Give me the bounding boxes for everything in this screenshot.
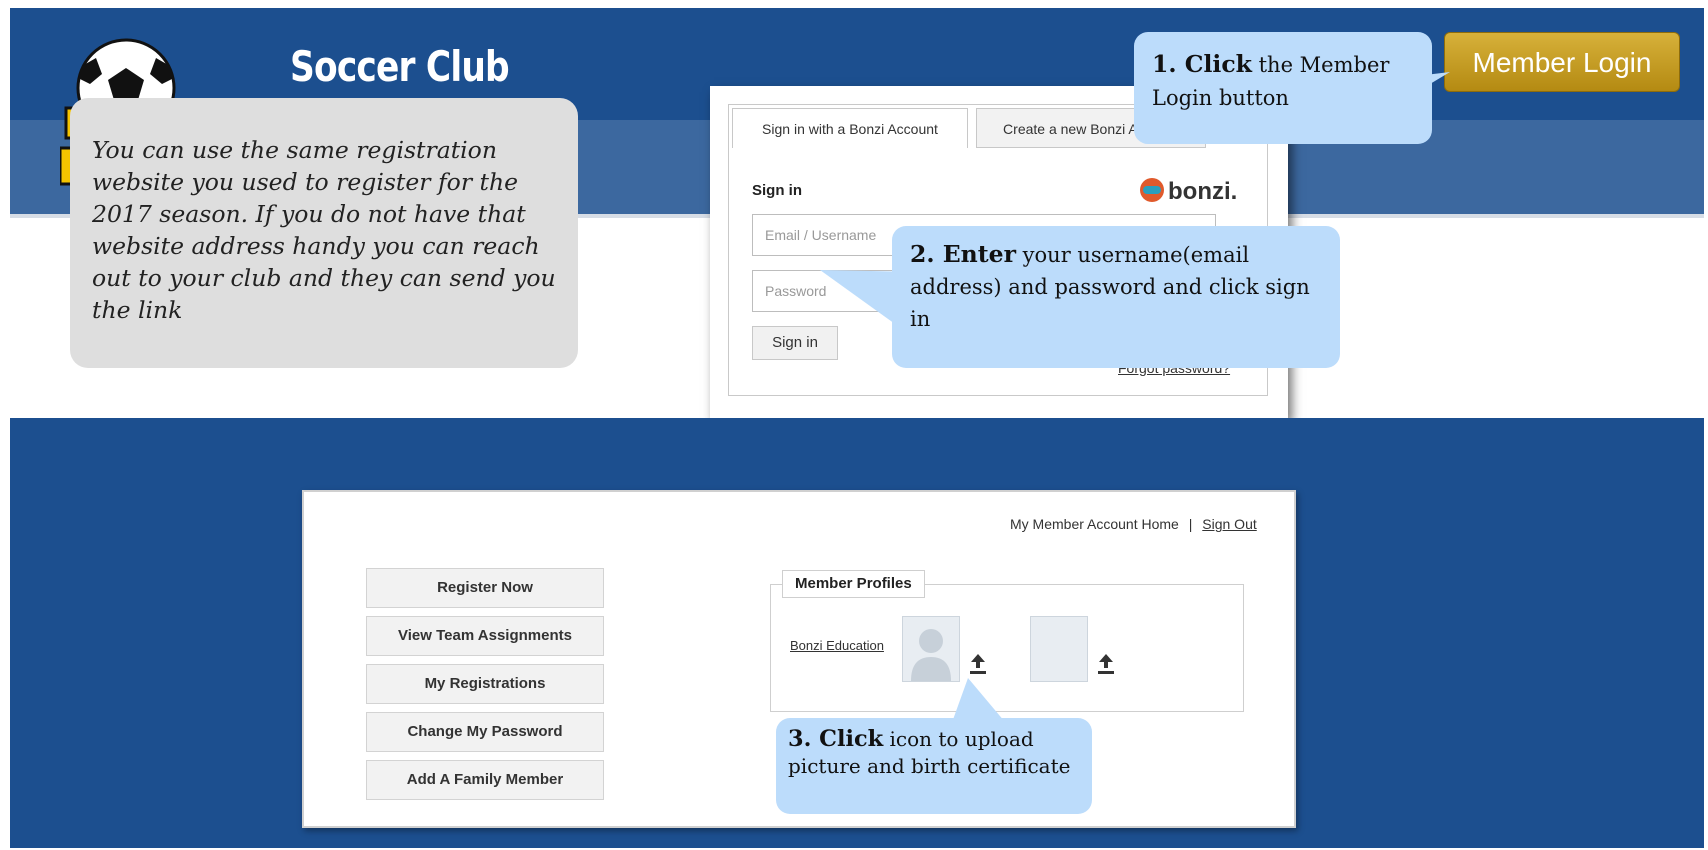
- account-links: My Member Account Home | Sign Out: [1010, 516, 1257, 532]
- sign-out-link[interactable]: Sign Out: [1202, 516, 1256, 532]
- profile-name-link[interactable]: Bonzi Education: [790, 638, 884, 653]
- avatar-silhouette-icon: [911, 629, 951, 681]
- registration-info-callout: You can use the same registration websit…: [70, 98, 578, 368]
- bonzi-logo: bonzi.: [1140, 178, 1237, 206]
- view-team-assignments-button[interactable]: View Team Assignments: [366, 616, 604, 656]
- upload-icon[interactable]: [968, 652, 988, 676]
- club-title: Soccer Club: [290, 42, 510, 91]
- my-registrations-button[interactable]: My Registrations: [366, 664, 604, 704]
- step-1-callout: 1. Click the Member Login button: [1134, 32, 1432, 144]
- member-profiles-title: Member Profiles: [782, 570, 925, 598]
- account-home-link[interactable]: My Member Account Home: [1010, 516, 1179, 532]
- step-3-callout: 3. Click icon to upload picture and birt…: [776, 718, 1092, 814]
- upload-icon[interactable]: [1096, 652, 1116, 676]
- tab-signin-bonzi[interactable]: Sign in with a Bonzi Account: [732, 108, 968, 148]
- change-password-button[interactable]: Change My Password: [366, 712, 604, 752]
- step-1-bold: 1. Click: [1152, 50, 1252, 78]
- account-links-separator: |: [1188, 516, 1193, 532]
- step-3-bold: 3. Click: [788, 726, 884, 752]
- signin-heading: Sign in: [752, 182, 802, 199]
- register-now-button[interactable]: Register Now: [366, 568, 604, 608]
- bonzi-brand-text: bonzi.: [1168, 178, 1238, 205]
- bonzi-logo-icon: [1140, 178, 1164, 202]
- step-2-bold: 2. Enter: [910, 240, 1016, 268]
- step-2-callout: 2. Enter your username(email address) an…: [892, 226, 1340, 368]
- profile-photo-avatar: [902, 616, 960, 682]
- add-family-member-button[interactable]: Add A Family Member: [366, 760, 604, 800]
- document-photo-placeholder: [1030, 616, 1088, 682]
